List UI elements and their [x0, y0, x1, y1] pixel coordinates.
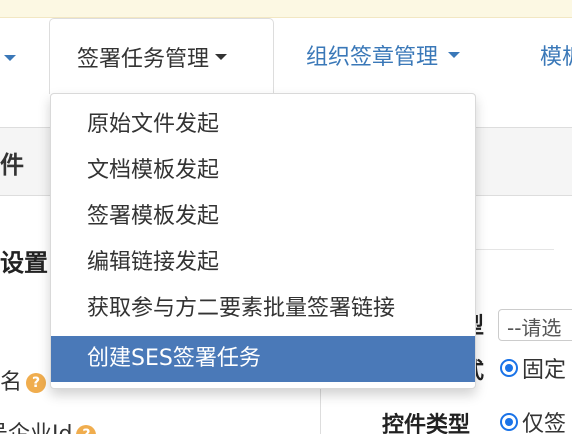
notice-strip: [0, 0, 572, 18]
column-divider: [320, 383, 321, 434]
field-label-enterprise-id: 号企业Id?: [0, 416, 97, 434]
menu-item-batch-sign-link[interactable]: 获取参与方二要素批量签署链接: [51, 286, 475, 332]
menu-item-doc-template[interactable]: 文档模板发起: [51, 148, 475, 194]
sign-task-dropdown-menu: 原始文件发起 文档模板发起 签署模板发起 编辑链接发起 获取参与方二要素批量签署…: [50, 93, 476, 389]
nav-template-label: 模板: [540, 45, 572, 70]
nav-org-seal-management[interactable]: 组织签章管理: [306, 18, 461, 92]
caret-down-icon[interactable]: [4, 55, 16, 61]
menu-item-sign-template[interactable]: 签署模板发起: [51, 194, 475, 240]
field-label-name-text: 名: [0, 370, 23, 395]
radio-fixed[interactable]: 固定: [500, 352, 566, 384]
field-label-control-type: 控件类型: [382, 413, 471, 434]
nav-sign-task-label: 签署任务管理: [77, 46, 210, 72]
nav-sign-task-management[interactable]: 签署任务管理: [49, 18, 274, 94]
menu-item-original-file[interactable]: 原始文件发起: [51, 102, 475, 148]
caret-down-icon: [448, 52, 461, 58]
help-icon[interactable]: ?: [76, 425, 97, 434]
nav-template[interactable]: 模板: [540, 18, 572, 92]
radio-only-sign-label: 仅签: [522, 412, 567, 434]
radio-fixed-label: 固定: [522, 358, 567, 383]
radio-checked-icon: [500, 413, 518, 431]
nav-org-seal-label: 组织签章管理: [306, 45, 439, 70]
help-icon[interactable]: ?: [26, 373, 47, 393]
radio-checked-icon: [500, 359, 518, 377]
caret-down-icon: [215, 53, 228, 60]
field-label-enterprise-id-text: 号企业Id: [0, 422, 72, 434]
menu-item-create-ses-task[interactable]: 创建SES签署任务: [51, 336, 475, 382]
menu-item-edit-link[interactable]: 编辑链接发起: [51, 240, 475, 286]
radio-only-sign[interactable]: 仅签: [500, 406, 566, 434]
field-label-name: 名?: [0, 364, 47, 396]
panel-heading-title: 件: [0, 151, 24, 179]
type-select[interactable]: --请选: [498, 309, 572, 341]
section-title: 设置: [0, 249, 48, 277]
